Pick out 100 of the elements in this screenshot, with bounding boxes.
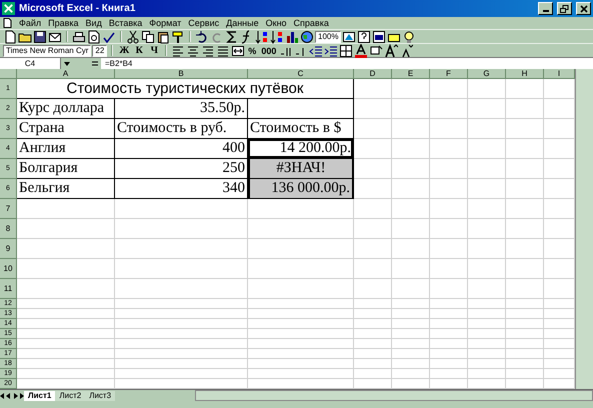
column-header[interactable]: C	[248, 69, 354, 79]
merge-center-icon[interactable]	[231, 44, 246, 58]
empty-cell	[544, 359, 575, 369]
column-header[interactable]: F	[430, 69, 468, 79]
table-cell: Болгария	[17, 159, 115, 179]
restore-button[interactable]	[557, 2, 572, 15]
menu-item[interactable]: Правка	[48, 18, 79, 28]
font-color-icon[interactable]	[354, 44, 368, 58]
menu-item[interactable]: Данные	[226, 18, 259, 28]
minimize-button[interactable]	[538, 2, 553, 15]
menu-item[interactable]: Файл	[19, 18, 42, 28]
align-center-icon[interactable]	[186, 44, 200, 58]
paste-icon[interactable]	[156, 30, 170, 44]
menu-item[interactable]: Вид	[86, 18, 102, 28]
fill-color-icon[interactable]	[369, 44, 384, 58]
borders-icon[interactable]	[339, 44, 354, 58]
style-toggle[interactable]: К	[132, 45, 146, 56]
align-right-icon[interactable]	[201, 44, 216, 58]
empty-cell	[392, 159, 430, 179]
lightbulb-icon[interactable]	[402, 30, 416, 44]
table-cell: Курс доллара	[17, 99, 115, 119]
bar-chart-icon[interactable]	[285, 30, 299, 44]
formula-field[interactable]: =B2*B4	[101, 59, 132, 68]
document-icon[interactable]	[3, 18, 12, 28]
zoom-field[interactable]: 100%	[315, 30, 342, 42]
number-format-button[interactable]: %	[246, 46, 258, 56]
sort-descending-icon[interactable]	[270, 30, 284, 44]
row-header[interactable]: 9	[0, 239, 17, 259]
empty-cell	[544, 259, 575, 279]
dropdown-arrow-icon[interactable]	[64, 60, 70, 66]
copy-icon[interactable]	[141, 30, 155, 44]
dialog-icon[interactable]	[372, 30, 386, 44]
style-toggle[interactable]: Ж	[117, 45, 132, 56]
sheet-tab[interactable]: Лист2	[55, 390, 86, 400]
save-icon[interactable]	[33, 30, 47, 44]
column-header[interactable]: I	[544, 69, 575, 79]
menu-item[interactable]: Окно	[266, 18, 287, 28]
empty-cell	[430, 179, 468, 199]
sigma-icon[interactable]	[225, 30, 239, 44]
column-header[interactable]: G	[468, 69, 506, 79]
menu-item[interactable]: Вставка	[108, 18, 142, 28]
table-cell: #ЗНАЧ!	[248, 159, 354, 179]
vertical-scrollbar[interactable]	[575, 69, 593, 389]
empty-cell	[354, 219, 392, 239]
empty-cell	[468, 319, 506, 329]
column-header[interactable]: D	[354, 69, 392, 79]
empty-cell	[354, 199, 392, 219]
window-title: Microsoft Excel - Книга1	[19, 3, 136, 14]
spellcheck-icon[interactable]	[102, 30, 116, 44]
empty-cell	[468, 159, 506, 179]
empty-cell	[392, 139, 430, 159]
style-toggle[interactable]: Ч	[147, 45, 162, 56]
empty-cell	[468, 369, 506, 379]
sort-ascending-icon[interactable]	[255, 30, 269, 44]
row-header[interactable]: 11	[0, 279, 17, 299]
empty-cell	[468, 339, 506, 349]
brush-icon[interactable]	[171, 30, 185, 44]
empty-cell	[354, 319, 392, 329]
row-header[interactable]: 8	[0, 219, 17, 239]
empty-cell	[506, 279, 544, 299]
indent-decrease-icon[interactable]	[309, 44, 324, 58]
empty-cell	[392, 319, 430, 329]
tab-scroll-arrows-icon[interactable]	[0, 392, 24, 400]
empty-cell	[506, 99, 544, 119]
row-header[interactable]: 7	[0, 199, 17, 219]
empty-cell	[430, 259, 468, 279]
align-left-icon[interactable]	[171, 44, 186, 58]
menu-item[interactable]: Формат	[149, 18, 182, 28]
column-header[interactable]: H	[506, 69, 544, 79]
column-header[interactable]: E	[392, 69, 430, 79]
column-header[interactable]: A	[17, 69, 115, 79]
help-icon[interactable]	[357, 30, 372, 44]
row-header[interactable]: 10	[0, 259, 17, 279]
menu-item[interactable]: Сервис	[188, 18, 220, 28]
column-header[interactable]: B	[115, 69, 248, 79]
sheet-tab[interactable]: Лист1	[24, 390, 56, 400]
indent-increase-icon[interactable]	[324, 44, 338, 58]
font-size-field[interactable]: 22	[92, 44, 108, 56]
empty-cell	[354, 259, 392, 279]
print-preview-icon[interactable]	[87, 30, 101, 44]
sheet-tab[interactable]: Лист3	[85, 390, 116, 400]
font-size-increase-icon[interactable]	[384, 44, 398, 58]
menu-item[interactable]: Справка	[294, 18, 329, 28]
globe-icon[interactable]	[300, 30, 314, 44]
number-format-button[interactable]: 000	[259, 46, 278, 56]
empty-cell	[354, 299, 392, 309]
empty-cell	[354, 79, 392, 99]
empty-cell	[544, 159, 575, 179]
empty-cell	[392, 359, 430, 369]
close-button[interactable]	[576, 2, 591, 15]
empty-cell	[392, 279, 430, 299]
table-cell: 400	[115, 139, 248, 159]
table-cell: Стоимость в руб.	[115, 119, 248, 139]
drawing-icon[interactable]	[342, 30, 356, 44]
empty-cell	[430, 299, 468, 309]
undo-icon[interactable]	[195, 30, 209, 44]
cut-icon[interactable]	[126, 30, 140, 44]
justify-icon[interactable]	[216, 44, 230, 58]
print-icon[interactable]	[72, 30, 86, 44]
horizontal-scrollbar[interactable]	[195, 390, 593, 401]
